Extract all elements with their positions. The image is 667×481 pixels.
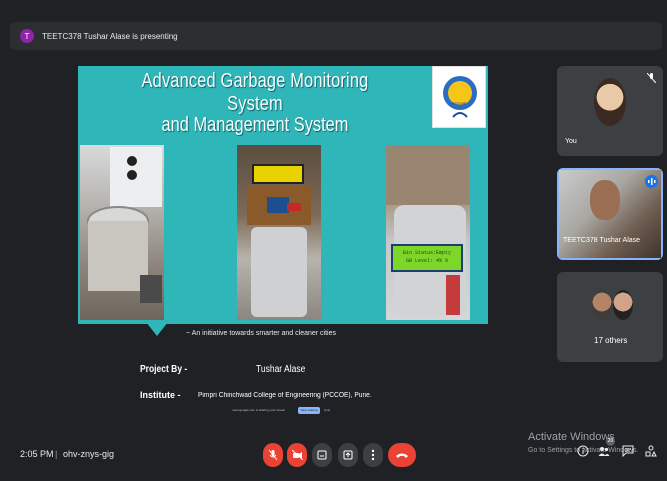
slide-title-line2: and Management System	[161, 114, 349, 136]
present-now-button[interactable]	[338, 443, 358, 467]
logo-text: PCCOE	[451, 101, 467, 106]
presenter-avatar: T	[20, 29, 34, 43]
stop-sharing-button[interactable]: Stop sharing	[298, 407, 320, 414]
presenting-banner: T TEETC378 Tushar Alase is presenting	[10, 22, 662, 50]
meeting-details-button[interactable]	[577, 445, 589, 460]
activities-icon	[645, 445, 657, 457]
you-video	[594, 78, 626, 126]
camera-toggle-button[interactable]	[287, 443, 307, 467]
meeting-time: 2:05 PM	[20, 449, 54, 459]
presenting-text: TEETC378 Tushar Alase is presenting	[42, 31, 178, 41]
lcd-display-text: Bin Status:Empty GB Level: 4% %	[402, 250, 451, 264]
camera-off-icon	[291, 450, 303, 460]
activate-windows-watermark: Activate Windows	[528, 431, 615, 443]
hide-sharing-link[interactable]: Hide	[324, 408, 330, 412]
people-count-badge: 20	[606, 437, 615, 446]
info-icon	[577, 445, 589, 457]
project-by-name: Tushar Alase	[256, 364, 306, 375]
meeting-code: ohv-znys-gig	[63, 449, 115, 459]
you-label: You	[565, 138, 577, 145]
separator: |	[55, 449, 58, 459]
prototype-photo-bin	[80, 145, 164, 320]
presenter-label: TEETC378 Tushar Alase	[563, 237, 641, 244]
mic-off-icon	[646, 72, 657, 85]
captions-icon	[317, 450, 327, 460]
other-participant-avatar	[592, 290, 612, 320]
present-icon	[343, 450, 353, 460]
leave-call-button[interactable]	[388, 443, 416, 467]
slide-tail-shape	[146, 322, 168, 336]
more-options-button[interactable]	[363, 443, 383, 467]
institute-label: Institute -	[140, 390, 181, 400]
people-icon	[598, 447, 610, 456]
speaking-indicator-icon	[645, 175, 658, 188]
college-logo	[432, 66, 486, 128]
participant-tile-others[interactable]	[557, 272, 663, 362]
mic-off-icon	[268, 449, 278, 461]
chat-icon	[622, 445, 634, 458]
chat-button[interactable]	[622, 445, 634, 460]
others-count-label: 17 others	[594, 336, 628, 345]
sharing-note: meet.google.com is sharing your screen	[232, 408, 286, 412]
activities-button[interactable]	[645, 445, 657, 460]
presenter-face	[590, 180, 620, 220]
other-participant-avatar	[613, 290, 633, 320]
captions-button[interactable]	[312, 443, 332, 467]
mic-toggle-button[interactable]	[263, 443, 283, 467]
slide-title-line1: Advanced Garbage Monitoring System	[141, 70, 369, 115]
prototype-photo-lcd	[386, 145, 470, 320]
people-button[interactable]	[598, 445, 610, 460]
end-call-icon	[396, 453, 408, 458]
slide-tagline: ~ An initiative towards smarter and clea…	[186, 330, 336, 337]
prototype-photo-circuit	[237, 145, 321, 320]
project-by-label: Project By -	[140, 364, 188, 375]
more-vert-icon	[371, 449, 375, 461]
institute-value: Pimpri Chinchwad College of Engineering …	[198, 392, 372, 399]
